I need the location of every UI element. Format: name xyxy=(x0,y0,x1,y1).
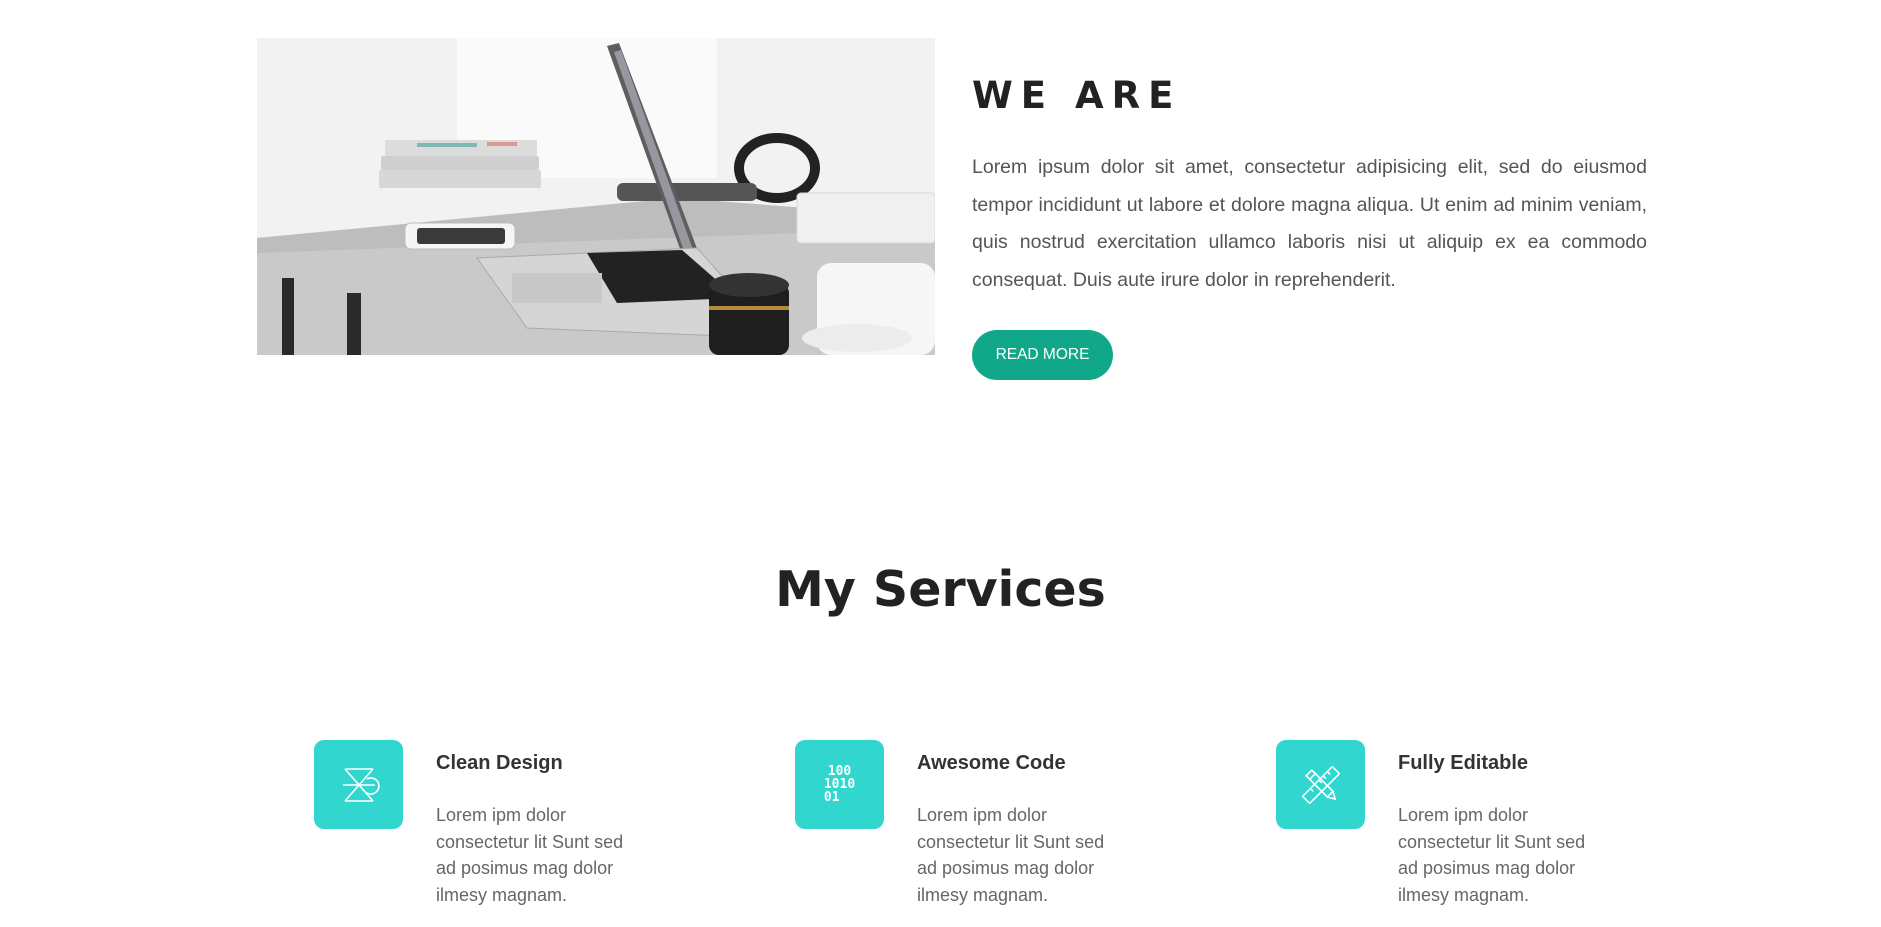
services-heading: My Services xyxy=(775,561,1106,618)
service-description: Lorem ipm dolor consectetur lit Sunt sed… xyxy=(436,805,624,905)
service-description: Lorem ipm dolor consectetur lit Sunt sed… xyxy=(1398,805,1586,905)
binary-code-icon: 100 1010 01 xyxy=(795,740,884,829)
laptop-desk-image xyxy=(257,38,935,355)
about-section: WE ARE Lorem ipsum dolor sit amet, conse… xyxy=(257,38,1653,398)
hourglass-icon xyxy=(314,740,403,829)
laptop-desk-illustration xyxy=(257,38,935,355)
service-title: Fully Editable xyxy=(1398,752,1529,774)
service-title: Awesome Code xyxy=(917,752,1066,774)
about-paragraph: Lorem ipsum dolor sit amet, consectetur … xyxy=(972,156,1647,291)
service-card-awesome-code: 100 1010 01 Awesome Code Lorem ipm dolor… xyxy=(795,740,1155,920)
read-more-button[interactable]: READ MORE xyxy=(972,330,1113,380)
service-card-clean-design: Clean Design Lorem ipm dolor consectetur… xyxy=(314,740,674,920)
about-heading: WE ARE xyxy=(972,74,1182,117)
service-card-fully-editable: Fully Editable Lorem ipm dolor consectet… xyxy=(1276,740,1636,920)
service-description: Lorem ipm dolor consectetur lit Sunt sed… xyxy=(917,805,1105,905)
about-text-block: WE ARE Lorem ipsum dolor sit amet, conse… xyxy=(972,38,1647,380)
pencil-ruler-icon xyxy=(1276,740,1365,829)
service-title: Clean Design xyxy=(436,752,563,774)
binary-line-3: 01 xyxy=(823,790,840,805)
